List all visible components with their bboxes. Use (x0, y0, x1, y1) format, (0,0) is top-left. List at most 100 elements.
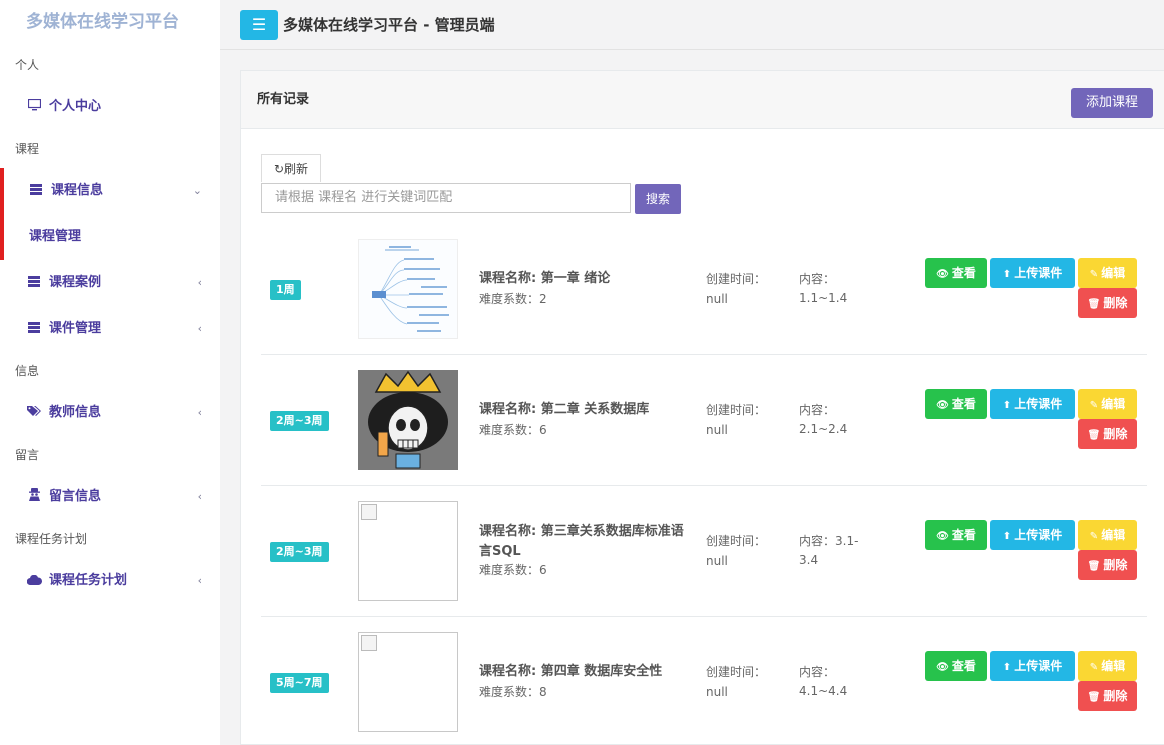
sidebar-item-message-info[interactable]: 留言信息 ‹ (0, 474, 220, 520)
course-content: 内容： 4.1~4.4 (799, 663, 879, 701)
sidebar-item-teacher-info[interactable]: 教师信息 ‹ (0, 390, 220, 436)
section-message: 留言 (15, 448, 40, 462)
section-personal: 个人 (15, 58, 40, 72)
edit-button[interactable]: ✎ 编辑 (1078, 258, 1137, 288)
chevron-left-icon: ‹ (197, 406, 202, 419)
records-panel: 所有记录 添加课程 ↻刷新 请根据 课程名 进行关键词匹配 搜索 1周 课程名称… (240, 70, 1164, 745)
sidebar-item-label: 留言信息 (49, 489, 102, 504)
refresh-button[interactable]: ↻刷新 (261, 154, 321, 182)
edit-label: 编辑 (1101, 266, 1126, 280)
upload-courseware-button[interactable]: ⬆ 上传课件 (990, 651, 1075, 681)
content-label: 内容： (799, 272, 836, 286)
sidebar-item-profile[interactable]: 个人中心 (0, 84, 220, 130)
upload-icon: ⬆ (1002, 269, 1012, 280)
trash-icon: 🗑 (1087, 561, 1101, 572)
sidebar-item-label: 教师信息 (49, 405, 102, 420)
edit-button[interactable]: ✎ 编辑 (1078, 389, 1137, 419)
sidebar-item-label: 课程信息 (51, 183, 104, 198)
content-value: 3.4 (799, 553, 819, 567)
upload-icon: ⬆ (1002, 531, 1012, 542)
course-difficulty: 难度系数：6 (479, 563, 547, 577)
view-button[interactable]: 👁 查看 (925, 258, 987, 288)
view-button[interactable]: 👁 查看 (925, 520, 987, 550)
created-value: null (706, 292, 728, 306)
edit-button[interactable]: ✎ 编辑 (1078, 651, 1137, 681)
course-name: 课程名称: 第四章 数据库安全性 (479, 664, 663, 679)
week-badge: 1周 (270, 280, 301, 300)
content-value: 2.1~2.4 (799, 422, 848, 436)
pencil-icon: ✎ (1089, 400, 1099, 411)
cloud-icon (25, 558, 43, 604)
chevron-left-icon: ‹ (197, 490, 202, 503)
created-label: 创建时间： (706, 534, 767, 548)
pencil-icon: ✎ (1089, 662, 1099, 673)
delete-label: 删除 (1103, 427, 1128, 441)
eye-icon: 👁 (936, 269, 949, 280)
course-content: 内容： 1.1~1.4 (799, 270, 879, 308)
delete-button[interactable]: 🗑 删除 (1078, 550, 1137, 580)
brand-title: 多媒体在线学习平台 (26, 12, 179, 32)
sidebar-item-course-case[interactable]: 课程案例 ‹ (0, 260, 220, 306)
chevron-down-icon: ⌄ (192, 184, 202, 197)
panel-title: 所有记录 (257, 92, 310, 107)
upload-label: 上传课件 (1014, 397, 1063, 411)
course-row: 5周~7周 课程名称: 第四章 数据库安全性 难度系数：8 创建时间： null… (261, 617, 1147, 745)
refresh-label: 刷新 (284, 162, 309, 176)
delete-button[interactable]: 🗑 删除 (1078, 288, 1137, 318)
week-badge: 2周~3周 (270, 542, 329, 562)
upload-label: 上传课件 (1014, 528, 1063, 542)
trash-icon: 🗑 (1087, 430, 1101, 441)
course-row: 2周~3周 课程名称: 第三章关系数据库标准语言SQL 难度系数：6 创建时间：… (261, 486, 1147, 617)
delete-button[interactable]: 🗑 删除 (1078, 419, 1137, 449)
course-thumbnail (358, 239, 458, 339)
sidebar-item-course-manage[interactable]: 课程管理 (4, 214, 220, 260)
delete-label: 删除 (1103, 296, 1128, 310)
sidebar-item-label: 个人中心 (49, 99, 102, 114)
top-bar: ☰ 多媒体在线学习平台 - 管理员端 (220, 0, 1164, 50)
section-course: 课程 (15, 142, 40, 156)
server-icon (27, 168, 45, 214)
page-title: 多媒体在线学习平台 - 管理员端 (283, 16, 495, 34)
course-content: 内容：3.1- 3.4 (799, 532, 879, 570)
delete-button[interactable]: 🗑 删除 (1078, 681, 1137, 711)
content-value: 4.1~4.4 (799, 684, 848, 698)
chevron-left-icon: ‹ (197, 276, 202, 289)
user-secret-icon (25, 474, 43, 520)
sidebar-item-label: 课件管理 (49, 321, 102, 336)
sidebar-item-course-plan[interactable]: 课程任务计划 ‹ (0, 558, 220, 604)
upload-courseware-button[interactable]: ⬆ 上传课件 (990, 389, 1075, 419)
created-label: 创建时间： (706, 272, 767, 286)
created-label: 创建时间： (706, 403, 767, 417)
tags-icon (25, 390, 43, 436)
upload-courseware-button[interactable]: ⬆ 上传课件 (990, 520, 1075, 550)
sidebar-item-label: 课程任务计划 (49, 573, 128, 588)
upload-icon: ⬆ (1002, 662, 1012, 673)
content-label: 内容：3.1- (799, 534, 859, 548)
sidebar-item-courseware[interactable]: 课件管理 ‹ (0, 306, 220, 352)
search-button[interactable]: 搜索 (635, 184, 681, 214)
section-plan: 课程任务计划 (15, 532, 88, 546)
server-icon (25, 260, 43, 306)
sidebar: 多媒体在线学习平台 个人 个人中心 课程 课程信息 ⌄ 课程管理 课程案例 ‹ … (0, 0, 220, 745)
chevron-left-icon: ‹ (197, 322, 202, 335)
view-button[interactable]: 👁 查看 (925, 651, 987, 681)
course-difficulty: 难度系数：8 (479, 685, 547, 699)
add-course-button[interactable]: 添加课程 (1071, 88, 1153, 118)
upload-courseware-button[interactable]: ⬆ 上传课件 (990, 258, 1075, 288)
content-value: 1.1~1.4 (799, 291, 848, 305)
monitor-icon (25, 84, 43, 130)
view-label: 查看 (951, 659, 976, 673)
created-value: null (706, 685, 728, 699)
view-button[interactable]: 👁 查看 (925, 389, 987, 419)
sidebar-item-course-info[interactable]: 课程信息 ⌄ (4, 168, 220, 214)
edit-label: 编辑 (1101, 528, 1126, 542)
eye-icon: 👁 (936, 531, 949, 542)
menu-toggle-button[interactable]: ☰ (240, 10, 278, 40)
search-input[interactable]: 请根据 课程名 进行关键词匹配 (261, 183, 631, 213)
course-difficulty: 难度系数：6 (479, 423, 547, 437)
created-value: null (706, 554, 728, 568)
edit-button[interactable]: ✎ 编辑 (1078, 520, 1137, 550)
course-name: 课程名称: 第二章 关系数据库 (479, 402, 650, 417)
sidebar-item-label: 课程案例 (49, 275, 102, 290)
pencil-icon: ✎ (1089, 531, 1099, 542)
